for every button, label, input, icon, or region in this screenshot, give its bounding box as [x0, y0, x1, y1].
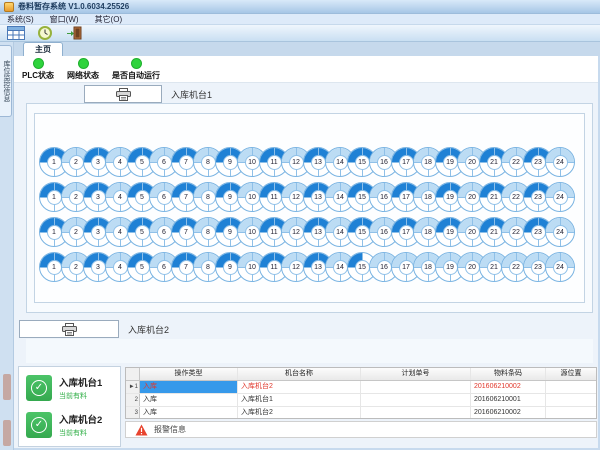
status-label: 网络状态 [67, 70, 99, 81]
printer-icon [62, 323, 77, 336]
column-header[interactable]: 机台名称 [238, 368, 361, 380]
app-icon [4, 2, 14, 12]
toolbar [0, 25, 600, 42]
column-header[interactable]: 计划单号 [361, 368, 471, 380]
column-header[interactable]: 操作类型 [140, 368, 238, 380]
side-rail-marker [3, 374, 11, 400]
table-row[interactable]: ►1入库入库机台2 201606210002 [126, 381, 596, 394]
window-title: 卷料暂存系统 V1.0.6034.25526 [18, 1, 129, 12]
alert-label: 报警信息 [154, 424, 186, 435]
table-cell[interactable] [361, 394, 471, 406]
slots-panel-frame: 123456789101112131415161718192021222324 1… [26, 103, 593, 313]
grid-table: 操作类型机台名称计划单号物料条码源位置►1入库入库机台2201606210002… [125, 367, 597, 419]
clock-button[interactable] [34, 26, 56, 41]
table-cell[interactable]: 入库 [140, 394, 238, 406]
slot-indicator[interactable]: 24 [545, 182, 575, 212]
machine-name: 入库机台1 [59, 375, 102, 389]
slot-indicator[interactable]: 24 [545, 147, 575, 177]
menu-system[interactable]: 系统(S) [7, 14, 34, 25]
row-selector[interactable]: ►1 [126, 381, 140, 393]
status-item-auto: 是否自动运行 [112, 58, 160, 81]
exit-icon [66, 26, 82, 40]
slot-row: 123456789101112131415161718192021222324 [39, 217, 584, 247]
menu-window[interactable]: 窗口(W) [50, 14, 79, 25]
table-cell[interactable]: 入库 [140, 407, 238, 419]
slots-grid: 123456789101112131415161718192021222324 1… [34, 113, 585, 303]
status-row: PLC状态 网络状态 是否自动运行 [14, 56, 598, 83]
calendar-icon [7, 26, 25, 40]
printer-icon [116, 88, 131, 101]
table-cell[interactable]: 入库机台1 [238, 394, 361, 406]
check-icon [26, 412, 52, 438]
section-header-machine2: 入库机台2 [19, 320, 169, 338]
slot-row: 123456789101112131415161718192021222324 [39, 182, 584, 212]
print-button-machine2[interactable] [19, 320, 119, 338]
alert-bar: 报警信息 [125, 421, 597, 438]
table-header: 操作类型机台名称计划单号物料条码源位置 [126, 368, 596, 381]
slot-row: 123456789101112131415161718192021222324 [39, 252, 584, 282]
machine-name: 入库机台2 [59, 412, 102, 426]
status-label: PLC状态 [22, 70, 54, 81]
menu-other[interactable]: 其它(O) [95, 14, 123, 25]
machine-status-panel: 入库机台1 当前有料 入库机台2 当前有料 [18, 366, 121, 447]
tab-home[interactable]: 主页 [23, 42, 63, 56]
row-selector[interactable]: 3 [126, 407, 140, 419]
section-body-machine2 [26, 339, 593, 363]
calendar-button[interactable] [5, 26, 27, 41]
status-dot [33, 58, 44, 69]
title-bar: 卷料暂存系统 V1.0.6034.25526 [0, 0, 600, 14]
status-label: 是否自动运行 [112, 70, 160, 81]
table-cell[interactable] [361, 381, 471, 393]
table-cell[interactable]: 入库机台2 [238, 407, 361, 419]
slot-row: 123456789101112131415161718192021222324 [39, 147, 584, 177]
main-content: PLC状态 网络状态 是否自动运行 入库机台1 [14, 56, 598, 448]
machine-card-2[interactable]: 入库机台2 当前有料 [26, 409, 117, 441]
machine-status: 当前有料 [59, 428, 102, 438]
machine-status: 当前有料 [59, 391, 102, 401]
table-cell[interactable] [361, 407, 471, 419]
print-button-machine1[interactable] [84, 85, 162, 103]
side-rail: 库位监控信息 [0, 42, 14, 450]
row-selector[interactable]: 2 [126, 394, 140, 406]
table-cell[interactable] [546, 407, 596, 419]
side-tab-monitor[interactable]: 库位监控信息 [0, 45, 12, 117]
check-icon [26, 375, 52, 401]
table-row[interactable]: 3入库入库机台2 201606210002 [126, 407, 596, 419]
status-item-network: 网络状态 [67, 58, 99, 81]
table-cell[interactable]: 入库机台2 [238, 381, 361, 393]
section-title: 入库机台2 [128, 323, 169, 336]
status-dot [131, 58, 142, 69]
status-dot [78, 58, 89, 69]
table-cell[interactable]: 201606210001 [471, 394, 546, 406]
table-cell[interactable]: 201606210002 [471, 407, 546, 419]
menu-bar: 系统(S) 窗口(W) 其它(O) [0, 14, 600, 25]
side-rail-marker [3, 420, 11, 446]
column-header[interactable]: 源位置 [546, 368, 596, 380]
table-cell[interactable] [546, 381, 596, 393]
column-header[interactable]: 物料条码 [471, 368, 546, 380]
machine-card-1[interactable]: 入库机台1 当前有料 [26, 372, 117, 404]
section-header-machine1: 入库机台1 [84, 85, 212, 103]
clock-icon [38, 26, 52, 40]
table-cell[interactable]: 入库 [140, 381, 238, 393]
status-item-plc: PLC状态 [22, 58, 54, 81]
exit-button[interactable] [63, 26, 85, 41]
table-row[interactable]: 2入库入库机台1 201606210001 [126, 394, 596, 407]
table-cell[interactable]: 201606210002 [471, 381, 546, 393]
slot-indicator[interactable]: 24 [545, 217, 575, 247]
table-cell[interactable] [546, 394, 596, 406]
slot-indicator[interactable]: 24 [545, 252, 575, 282]
row-selector-header [126, 368, 140, 380]
warning-icon [135, 424, 148, 436]
section-title: 入库机台1 [171, 88, 212, 101]
tab-strip: 主页 [14, 42, 600, 56]
